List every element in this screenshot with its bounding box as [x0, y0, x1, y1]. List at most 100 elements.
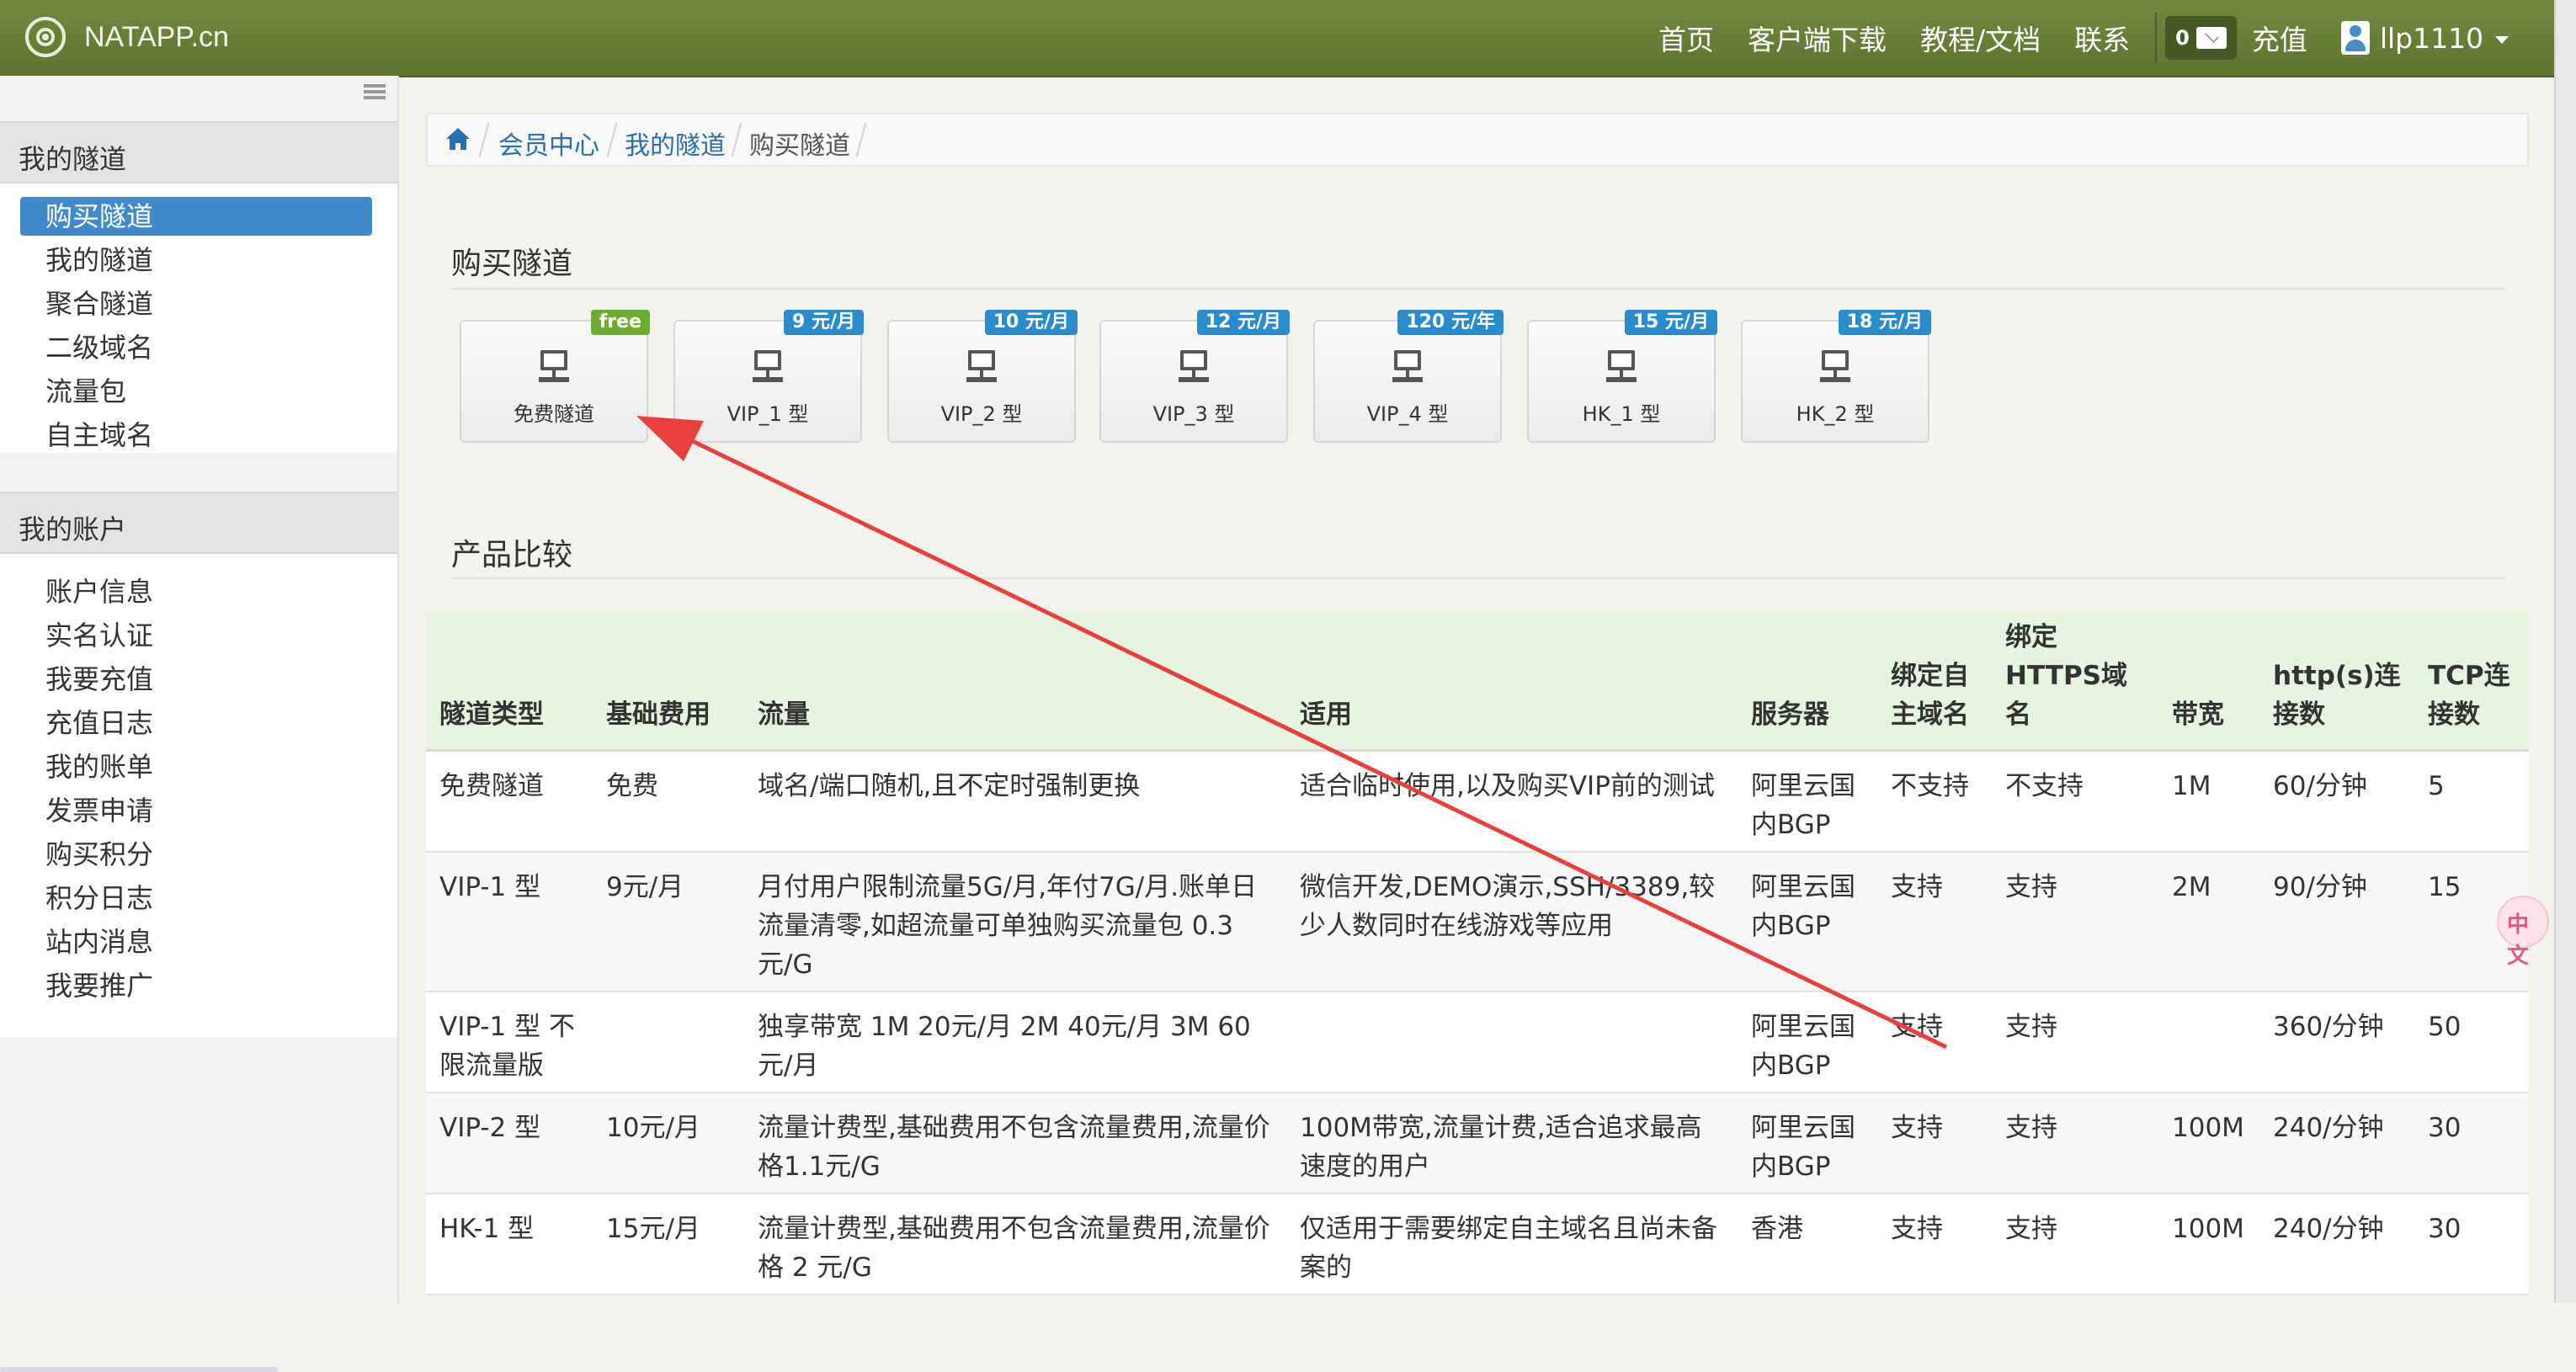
sidebar-item-points-log[interactable]: 积分日志 [45, 877, 153, 916]
sidebar-item-buy-tunnel[interactable]: 购买隧道 [20, 197, 372, 236]
buy-tunnel-heading: 购买隧道 [451, 247, 573, 281]
column-header: 绑定自主域名 [1877, 611, 1992, 752]
recharge-link[interactable]: 充值 [2252, 18, 2307, 58]
terminal-icon [1392, 350, 1423, 382]
sidebar-item-recharge[interactable]: 我要充值 [45, 658, 153, 697]
table-cell: 100M [2158, 1093, 2259, 1194]
tunnel-card-hk2[interactable]: 18 元/月 HK_2 型 [1741, 310, 1931, 443]
table-cell: 仅适用于需要绑定自主域名且尚未备案的 [1286, 1194, 1738, 1295]
tunnel-card-label: VIP_1 型 [726, 402, 809, 426]
user-icon [2340, 21, 2370, 55]
table-cell: 月付用户限制流量5G/月,年付7G/月.账单日流量清零,如超流量可单独购买流量包… [744, 852, 1286, 992]
price-badge: 15 元/月 [1624, 310, 1717, 335]
compare-heading: 产品比较 [451, 538, 573, 572]
nav-download-link[interactable]: 客户端下载 [1748, 18, 1887, 58]
breadcrumb-my-tunnels[interactable]: 我的隧道 [625, 125, 726, 162]
nav-contact-link[interactable]: 联系 [2074, 18, 2130, 58]
table-cell: VIP-1 型 [426, 852, 593, 992]
table-row: VIP-1 型 9元/月 月付用户限制流量5G/月,年付7G/月.账单日流量清零… [426, 852, 2529, 992]
table-cell: 支持 [1877, 992, 1992, 1093]
tunnel-card-vip4[interactable]: 120 元/年 VIP_4 型 [1313, 310, 1504, 443]
table-cell: 微信开发,DEMO演示,SSH/3389,较少人数同时在线游戏等应用 [1286, 852, 1738, 992]
vertical-scrollbar[interactable] [2554, 0, 2576, 1303]
sidebar-item-account-info[interactable]: 账户信息 [45, 571, 153, 609]
table-row: 免费隧道 免费 域名/端口随机,且不定时强制更换 适合临时使用,以及购买VIP前… [426, 750, 2529, 853]
translate-float-button[interactable]: 中文 [2497, 896, 2549, 969]
nav-docs-link[interactable]: 教程/文档 [1920, 18, 2041, 58]
table-cell: 不支持 [1992, 750, 2158, 853]
table-cell: 支持 [1992, 992, 2158, 1093]
table-cell: 支持 [1877, 852, 1992, 992]
nav-home-link[interactable]: 首页 [1658, 18, 1714, 58]
sidebar-item-custom-domains[interactable]: 自主域名 [45, 414, 153, 453]
sidebar-item-buy-points[interactable]: 购买积分 [45, 833, 153, 872]
sidebar-section-account[interactable]: 我的账户 [0, 492, 397, 554]
table-cell: 5 [2414, 750, 2529, 853]
sidebar-section-tunnels[interactable]: 我的隧道 [0, 121, 397, 183]
table-cell: 不支持 [1877, 750, 1992, 853]
brand[interactable]: NATAPP.cn [25, 13, 229, 61]
table-cell: HK-1 型 [426, 1194, 593, 1295]
table-cell [2158, 992, 2259, 1093]
tunnel-card-vip2[interactable]: 10 元/月 VIP_2 型 [887, 310, 1078, 443]
home-icon[interactable] [444, 126, 471, 152]
table-cell: 9元/月 [593, 852, 744, 992]
sidebar-item-recharge-log[interactable]: 充值日志 [45, 702, 153, 741]
terminal-icon [539, 350, 569, 382]
tunnel-card-label: HK_2 型 [1796, 402, 1875, 426]
terminal-icon [966, 350, 997, 382]
tunnel-card-hk1[interactable]: 15 元/月 HK_1 型 [1527, 310, 1717, 443]
sidebar-item-messages[interactable]: 站内消息 [45, 921, 153, 960]
user-menu[interactable]: llp1110 [2340, 21, 2509, 55]
table-cell: 100M [2158, 1194, 2259, 1295]
sidebar-item-invoice[interactable]: 发票申请 [45, 790, 153, 828]
table-cell: 30 [2414, 1194, 2529, 1295]
sidebar-item-verification[interactable]: 实名认证 [45, 614, 153, 653]
sidebar-item-bills[interactable]: 我的账单 [45, 746, 153, 784]
tunnel-card-vip3[interactable]: 12 元/月 VIP_3 型 [1099, 310, 1290, 443]
translate-icon: 中文 [2507, 912, 2530, 969]
tunnel-card-vip1[interactable]: 9 元/月 VIP_1 型 [673, 310, 864, 443]
breadcrumb-current: 购买隧道 [749, 131, 850, 161]
tunnel-card-free[interactable]: free 免费隧道 [460, 310, 650, 443]
sidebar-item-referral[interactable]: 我要推广 [45, 965, 153, 1003]
table-cell: 1M [2158, 750, 2259, 853]
table-cell: 独享带宽 1M 20元/月 2M 40元/月 3M 60元/月 [744, 992, 1286, 1093]
sidebar-item-subdomains[interactable]: 二级域名 [45, 327, 153, 365]
terminal-icon [1179, 350, 1209, 382]
sidebar: 我的隧道 购买隧道 我的隧道 聚合隧道 二级域名 流量包 自主域名 我的账户 账… [0, 76, 399, 1372]
column-header: 服务器 [1738, 611, 1877, 752]
brand-logo-icon [25, 17, 66, 57]
table-cell [1286, 992, 1738, 1093]
table-cell: VIP-2 型 [426, 1093, 593, 1194]
table-cell: 阿里云国内BGP [1738, 1093, 1877, 1194]
table-cell: 阿里云国内BGP [1738, 992, 1877, 1093]
tunnel-card-label: VIP_4 型 [1366, 402, 1449, 426]
breadcrumb: 会员中心 我的隧道 购买隧道 [426, 113, 2529, 167]
table-cell: 支持 [1877, 1093, 1992, 1194]
breadcrumb-member-center[interactable]: 会员中心 [498, 125, 599, 162]
breadcrumb-divider [731, 123, 742, 157]
sidebar-collapse-icon[interactable] [364, 84, 386, 99]
nav-divider [2155, 13, 2158, 63]
column-header: http(s)连接数 [2259, 611, 2414, 752]
table-row: VIP-2 型 10元/月 流量计费型,基础费用不包含流量费用,流量价格1.1元… [426, 1093, 2529, 1194]
table-cell: 阿里云国内BGP [1738, 852, 1877, 992]
sidebar-item-aggregate-tunnels[interactable]: 聚合隧道 [45, 283, 153, 322]
terminal-icon [753, 350, 783, 382]
username-label: llp1110 [2379, 21, 2484, 55]
column-header: 流量 [744, 611, 1286, 752]
messages-button[interactable]: 0 [2165, 16, 2237, 60]
column-header: 绑定HTTPS域名 [1992, 611, 2158, 752]
table-cell: 免费隧道 [426, 750, 593, 853]
price-badge: 12 元/月 [1196, 310, 1290, 335]
nav-links: 首页 客户端下载 教程/文档 联系 0 充值 llp1110 [1658, 0, 2509, 76]
table-cell: 50 [2414, 992, 2529, 1093]
sidebar-item-traffic-pack[interactable]: 流量包 [45, 370, 126, 409]
horizontal-scrollbar[interactable] [0, 1367, 278, 1372]
table-cell: 支持 [1992, 852, 2158, 992]
sidebar-item-my-tunnels[interactable]: 我的隧道 [45, 239, 153, 278]
envelope-icon [2195, 27, 2227, 49]
terminal-icon [1820, 350, 1850, 382]
table-cell: 流量计费型,基础费用不包含流量费用,流量价格1.1元/G [744, 1093, 1286, 1194]
